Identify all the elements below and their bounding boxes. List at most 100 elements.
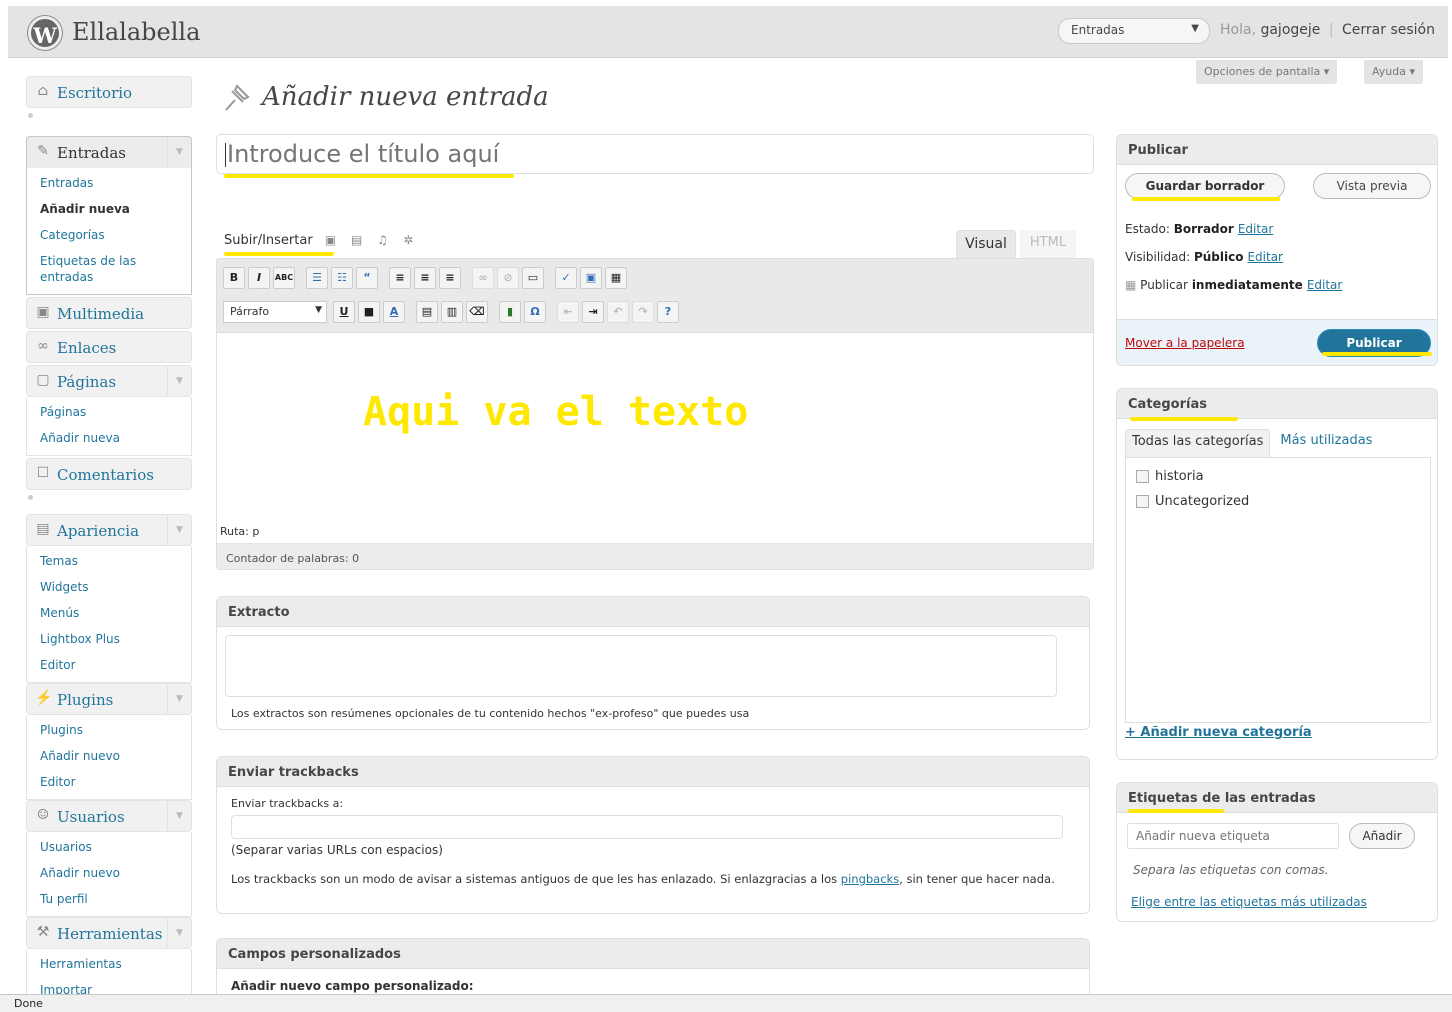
media-button[interactable]: ▮ [499, 301, 521, 323]
submenu-item[interactable]: Añadir nuevo [27, 860, 191, 886]
menu-plugins[interactable]: ⚡ Plugins ▼ [26, 683, 192, 715]
image-upload-icon[interactable]: ▣ [325, 233, 339, 247]
username-link[interactable]: gajogeje [1260, 22, 1320, 38]
menu-toggle-icon[interactable]: ▼ [167, 137, 191, 167]
submenu-item[interactable]: Editor [27, 652, 191, 678]
paste-word-button[interactable]: ▥ [441, 301, 463, 323]
pingbacks-link[interactable]: pingbacks [841, 872, 899, 886]
submenu-item[interactable]: Añadir nueva [27, 425, 191, 451]
justify-button[interactable]: ■ [358, 301, 380, 323]
tab-visual[interactable]: Visual [956, 230, 1016, 258]
link-button[interactable]: ∞ [472, 267, 494, 289]
popular-tags-link[interactable]: Elige entre las etiquetas más utilizadas [1131, 895, 1367, 909]
video-upload-icon[interactable]: ▤ [351, 233, 365, 247]
new-tag-input[interactable] [1127, 823, 1339, 849]
paste-text-button[interactable]: ▤ [416, 301, 438, 323]
align-center-button[interactable]: ≡ [414, 267, 436, 289]
editor-content-area[interactable]: Aqui va el texto [217, 333, 1093, 519]
submenu-item[interactable]: Añadir nuevo [27, 743, 191, 769]
bullet-list-button[interactable]: ☰ [306, 267, 328, 289]
submenu-item[interactable]: Tu perfil [27, 886, 191, 912]
add-tag-button[interactable]: Añadir [1349, 823, 1415, 849]
submenu-item[interactable]: Etiquetas de las entradas [27, 248, 191, 290]
edit-status-link[interactable]: Editar [1238, 222, 1274, 236]
submenu-item[interactable]: Usuarios [27, 834, 191, 860]
underline-button[interactable]: U [333, 301, 355, 323]
save-draft-button[interactable]: Guardar borrador [1125, 173, 1285, 199]
more-tag-button[interactable]: ▭ [522, 267, 544, 289]
indent-button[interactable]: ⇥ [582, 301, 604, 323]
strikethrough-button[interactable]: ABC [273, 267, 295, 289]
submenu-item[interactable]: Lightbox Plus [27, 626, 191, 652]
align-left-button[interactable]: ≡ [389, 267, 411, 289]
format-select[interactable]: Párrafo ▼ [223, 301, 327, 323]
align-right-button[interactable]: ≡ [439, 267, 461, 289]
list-item[interactable]: historia [1136, 464, 1420, 489]
screen-options-tab[interactable]: Opciones de pantalla ▾ [1196, 60, 1338, 84]
kitchen-sink-button[interactable]: ▦ [605, 267, 627, 289]
submenu-item[interactable]: Menús [27, 600, 191, 626]
text-color-button[interactable]: A [383, 301, 405, 323]
submenu-item[interactable]: Widgets [27, 574, 191, 600]
media-upload-icon[interactable]: ✲ [403, 233, 417, 247]
tab-all-categories[interactable]: Todas las categorías [1125, 429, 1271, 457]
categories-title[interactable]: Categorías [1117, 389, 1437, 419]
edit-schedule-link[interactable]: Editar [1307, 278, 1343, 292]
tab-popular-categories[interactable]: Más utilizadas [1270, 429, 1382, 457]
category-checkbox[interactable] [1136, 470, 1149, 483]
submenu-item[interactable]: Entradas [27, 170, 191, 196]
preview-button[interactable]: Vista previa [1313, 173, 1431, 199]
edit-visibility-link[interactable]: Editar [1247, 250, 1283, 264]
submenu-item[interactable]: Herramientas [27, 951, 191, 977]
list-item[interactable]: Uncategorized [1136, 489, 1420, 514]
publish-title[interactable]: Publicar [1117, 135, 1437, 165]
add-category-link[interactable]: + Añadir nueva categoría [1125, 725, 1312, 740]
category-checkbox[interactable] [1136, 495, 1149, 508]
undo-button[interactable]: ↶ [607, 301, 629, 323]
menu-links[interactable]: ∞ Enlaces [26, 331, 192, 363]
menu-toggle-icon[interactable]: ▼ [167, 366, 191, 396]
tab-html[interactable]: HTML [1020, 230, 1076, 258]
blockquote-button[interactable]: “ [356, 267, 378, 289]
fullscreen-button[interactable]: ▣ [580, 267, 602, 289]
menu-tools[interactable]: ⚒ Herramientas ▼ [26, 917, 192, 949]
menu-users[interactable]: ☺ Usuarios ▼ [26, 800, 192, 832]
logout-link[interactable]: Cerrar sesión [1342, 22, 1435, 38]
move-to-trash-link[interactable]: Mover a la papelera [1125, 336, 1245, 350]
submenu-item[interactable]: Plugins [27, 717, 191, 743]
menu-toggle-icon[interactable]: ▼ [167, 918, 191, 948]
menu-toggle-icon[interactable]: ▼ [167, 684, 191, 714]
bold-button[interactable]: B [223, 267, 245, 289]
special-char-button[interactable]: Ω [524, 301, 546, 323]
wordpress-logo-icon[interactable]: W [28, 16, 62, 50]
spellcheck-button[interactable]: ✓ [555, 267, 577, 289]
submenu-item-current[interactable]: Añadir nueva [27, 196, 191, 222]
trackbacks-title[interactable]: Enviar trackbacks [217, 757, 1089, 787]
menu-dashboard[interactable]: ⌂ Escritorio [26, 76, 192, 108]
post-title-field[interactable] [216, 134, 1094, 174]
redo-button[interactable]: ↷ [632, 301, 654, 323]
italic-button[interactable]: I [248, 267, 270, 289]
site-title[interactable]: Ellalabella [72, 18, 200, 46]
excerpt-textarea[interactable] [225, 635, 1057, 697]
menu-toggle-icon[interactable]: ▼ [167, 515, 191, 545]
excerpt-title[interactable]: Extracto [217, 597, 1089, 627]
remove-format-button[interactable]: ⌫ [466, 301, 488, 323]
menu-appearance[interactable]: ▤ Apariencia ▼ [26, 514, 192, 546]
submenu-item[interactable]: Editor [27, 769, 191, 795]
menu-toggle-icon[interactable]: ▼ [167, 801, 191, 831]
submenu-item[interactable]: Categorías [27, 222, 191, 248]
unlink-button[interactable]: ⊘ [497, 267, 519, 289]
audio-upload-icon[interactable]: ♫ [377, 233, 391, 247]
menu-posts[interactable]: ✎ Entradas ▼ [26, 136, 192, 168]
numbered-list-button[interactable]: ☷ [331, 267, 353, 289]
submenu-item[interactable]: Páginas [27, 399, 191, 425]
post-title-input[interactable] [217, 135, 1093, 173]
menu-comments[interactable]: ☐ Comentarios [26, 458, 192, 490]
custom-fields-title[interactable]: Campos personalizados [217, 939, 1089, 969]
menu-pages[interactable]: ▢ Páginas ▼ [26, 365, 192, 397]
submenu-item[interactable]: Temas [27, 548, 191, 574]
help-icon[interactable]: ? [657, 301, 679, 323]
trackbacks-input[interactable] [231, 815, 1063, 839]
menu-media[interactable]: ▣ Multimedia [26, 297, 192, 329]
